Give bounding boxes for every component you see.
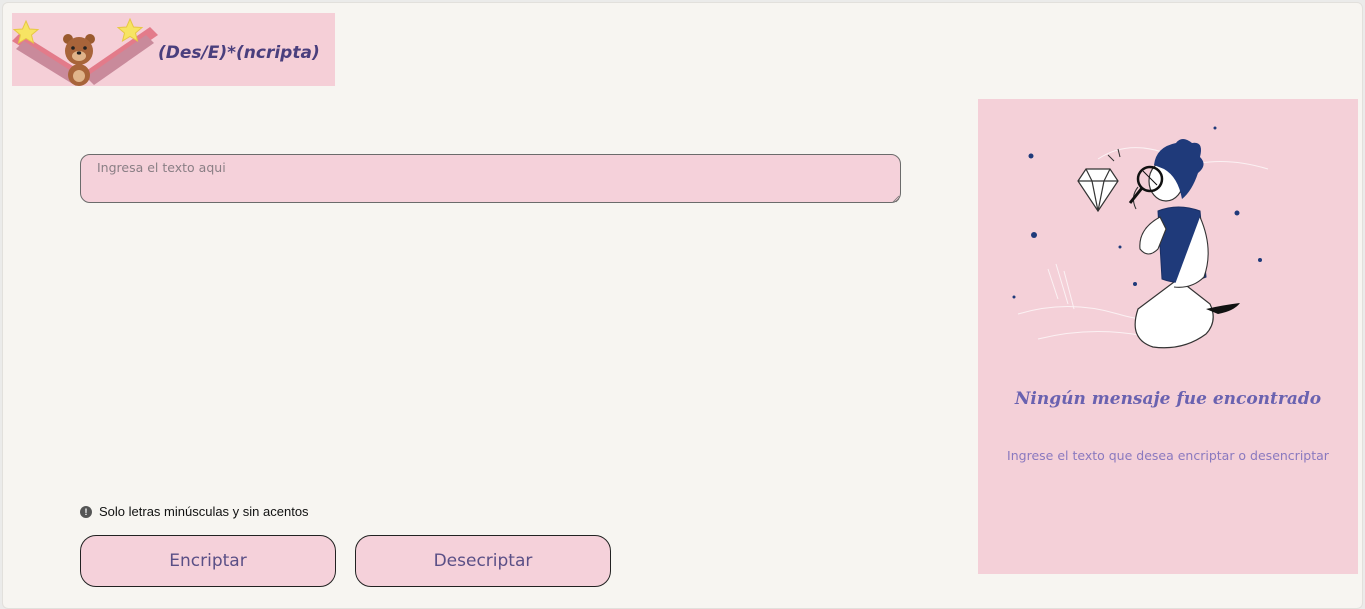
person-illustration <box>1128 139 1240 349</box>
output-subtitle: Ingrese el texto que desea encriptar o d… <box>1007 448 1329 463</box>
output-title: Ningún mensaje fue encontrado <box>1014 389 1322 409</box>
decrypt-button[interactable]: Desecriptar <box>355 535 611 587</box>
diamond-icon <box>1077 168 1119 213</box>
info-icon: ! <box>80 505 92 518</box>
app-window: (Des/E)*(ncripta) ! Solo letras minúscul… <box>2 2 1363 609</box>
input-hint: ! Solo letras minúsculas y sin acentos <box>80 504 309 519</box>
hint-text: Solo letras minúsculas y sin acentos <box>99 504 309 519</box>
logo-title: (Des/E)*(ncripta) <box>158 43 320 63</box>
logo-graphic <box>12 17 158 86</box>
output-panel: Ningún mensaje fue encontrado Ingrese el… <box>978 99 1358 574</box>
text-input[interactable] <box>80 154 901 203</box>
person-with-magnifier-icon <box>1012 126 1269 349</box>
logo: (Des/E)*(ncripta) <box>12 13 335 86</box>
resize-handle-icon[interactable] <box>892 195 900 203</box>
encrypt-button[interactable]: Encriptar <box>80 535 336 587</box>
